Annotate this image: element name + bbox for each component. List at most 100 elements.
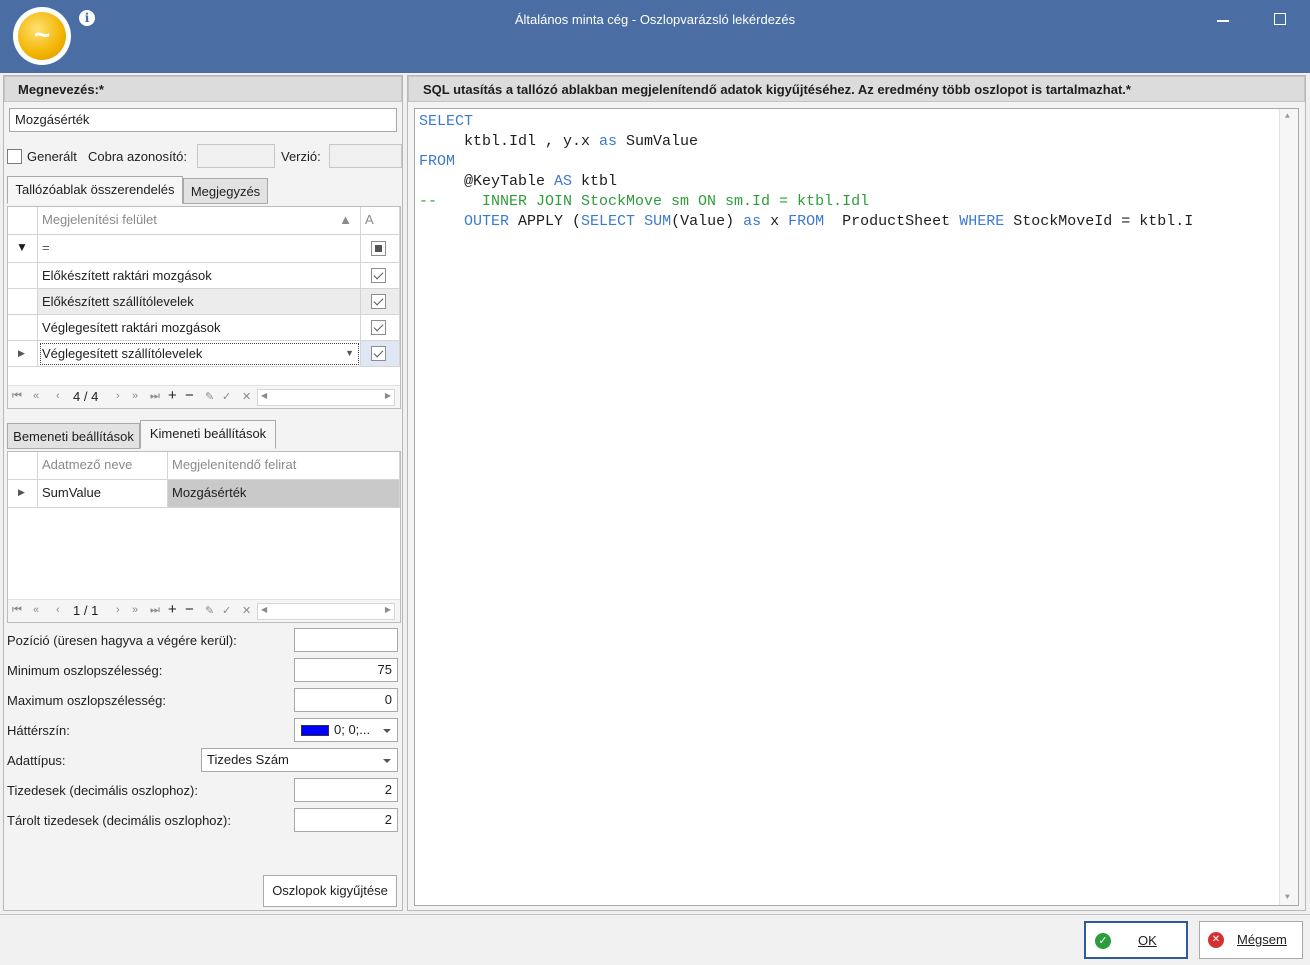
- filter-checkbox[interactable]: [361, 235, 400, 263]
- row-active-checkbox[interactable]: [361, 315, 400, 341]
- nav-add-icon[interactable]: +: [168, 601, 177, 618]
- column-header-surface[interactable]: Megjelenítési felület ▲: [38, 207, 361, 235]
- maximize-button[interactable]: [1270, 8, 1292, 30]
- current-row-indicator: ▶: [8, 341, 38, 367]
- sql-editor[interactable]: SELECT ktbl.Idl , y.x as SumValue FROM @K…: [414, 108, 1299, 906]
- sql-code-line[interactable]: FROM: [419, 152, 455, 172]
- version-label: Verzió:: [281, 149, 321, 164]
- column-header-field-name[interactable]: Adatmező neve: [38, 452, 168, 480]
- chevron-down-icon[interactable]: ▼: [345, 341, 354, 366]
- nav-last-icon[interactable]: ⏭: [150, 604, 160, 617]
- sql-token: FROM: [788, 213, 825, 230]
- nav-edit-icon[interactable]: ✎: [205, 604, 214, 617]
- sql-token: WHERE: [959, 213, 1005, 230]
- nav-remove-icon[interactable]: −: [185, 387, 194, 404]
- nav-add-icon[interactable]: +: [168, 387, 177, 404]
- nav-confirm-icon[interactable]: ✓: [222, 604, 231, 617]
- nav-prev-icon[interactable]: ‹: [56, 390, 60, 402]
- scroll-up-icon[interactable]: ▲: [1285, 112, 1290, 121]
- scroll-down-icon[interactable]: ▼: [1285, 893, 1290, 902]
- datatype-select[interactable]: Tizedes Szám: [201, 748, 398, 772]
- collect-columns-button[interactable]: Oszlopok kigyűjtése: [263, 875, 397, 907]
- column-header-caption[interactable]: Megjelenítendő felirat: [168, 452, 400, 480]
- window-title: Általános minta cég - Oszlopvarázsló lek…: [514, 12, 796, 27]
- table-row[interactable]: Véglegesített raktári mozgások: [38, 315, 361, 341]
- minimize-button[interactable]: [1213, 8, 1235, 30]
- name-input[interactable]: Mozgásérték: [9, 108, 397, 132]
- min-width-input[interactable]: 75: [294, 658, 398, 682]
- nav-prev-icon[interactable]: ‹: [56, 604, 60, 616]
- output-grid-navigator: ⏮ « ‹ 1 / 1 › » ⏭ + − ✎ ✓ ✕ ◀ ▶: [8, 599, 400, 622]
- tab-input-settings[interactable]: Bemeneti beállítások: [7, 423, 140, 449]
- sort-ascending-icon: ▲: [339, 212, 352, 227]
- cancel-button[interactable]: ✕ Mégsem: [1199, 921, 1303, 959]
- tab-notes[interactable]: Megjegyzés: [183, 178, 268, 204]
- vertical-scrollbar[interactable]: ▲ ▼: [1279, 109, 1298, 905]
- tab-output-settings[interactable]: Kimeneti beállítások: [140, 420, 276, 449]
- position-label: Pozíció (üresen hagyva a végére kerül):: [7, 633, 237, 648]
- version-input[interactable]: [329, 144, 402, 168]
- current-row-indicator: ▶: [8, 480, 38, 508]
- sql-token: AS: [554, 173, 573, 190]
- decimals-label: Tizedesek (decimális oszlophoz):: [7, 783, 198, 798]
- position-input[interactable]: [294, 628, 398, 652]
- max-width-input[interactable]: 0: [294, 688, 398, 712]
- nav-edit-icon[interactable]: ✎: [205, 390, 214, 403]
- column-header-active[interactable]: A: [361, 207, 400, 235]
- sql-token: SumValue: [617, 133, 699, 150]
- nav-cancel-icon[interactable]: ✕: [242, 604, 251, 617]
- nav-next-icon[interactable]: ›: [116, 604, 120, 616]
- table-row[interactable]: Előkészített szállítólevelek: [38, 289, 361, 315]
- datatype-label: Adattípus:: [7, 753, 66, 768]
- caption-cell[interactable]: Mozgásérték: [168, 480, 400, 508]
- datatype-value: Tizedes Szám: [207, 752, 289, 767]
- bgcolor-picker[interactable]: 0; 0;...: [294, 718, 398, 742]
- nav-first-icon[interactable]: ⏮: [12, 604, 22, 617]
- surface-grid: Megjelenítési felület ▲ A ▼ = Előkészíte…: [7, 206, 401, 409]
- sql-token: as: [743, 213, 762, 230]
- nav-cancel-icon[interactable]: ✕: [242, 390, 251, 403]
- cancel-icon: ✕: [1208, 932, 1224, 948]
- table-row-current[interactable]: Véglegesített szállítólevelek ▼: [38, 341, 361, 367]
- nav-next-page-icon[interactable]: »: [132, 390, 138, 402]
- nav-next-icon[interactable]: ›: [116, 390, 120, 402]
- cobra-id-label: Cobra azonosító:: [88, 149, 188, 164]
- horizontal-scrollbar[interactable]: ◀ ▶: [257, 603, 395, 620]
- sql-code-line[interactable]: OUTER APPLY (SELECT SUM(Value) as x FROM…: [419, 212, 1193, 232]
- sql-code-line[interactable]: ktbl.Idl , y.x as SumValue: [419, 132, 698, 152]
- sql-code-line[interactable]: SELECT: [419, 112, 473, 132]
- nav-remove-icon[interactable]: −: [185, 601, 194, 618]
- nav-prev-page-icon[interactable]: «: [33, 390, 39, 402]
- generated-checkbox[interactable]: [7, 149, 22, 164]
- row-active-checkbox[interactable]: [361, 289, 400, 315]
- sql-token: ktbl: [572, 173, 618, 190]
- table-row[interactable]: Előkészített raktári mozgások: [38, 263, 361, 289]
- sql-token: SELECT: [419, 113, 474, 130]
- ok-button[interactable]: ✓ OK: [1084, 921, 1188, 959]
- min-width-label: Minimum oszlopszélesség:: [7, 663, 163, 678]
- nav-next-page-icon[interactable]: »: [132, 604, 138, 616]
- cobra-id-input[interactable]: [197, 144, 275, 168]
- horizontal-scrollbar[interactable]: ◀ ▶: [257, 389, 395, 406]
- nav-prev-page-icon[interactable]: «: [33, 604, 39, 616]
- filter-row-input[interactable]: =: [38, 235, 361, 263]
- row-active-checkbox[interactable]: [361, 341, 400, 367]
- sql-token: (Value): [671, 213, 744, 230]
- row-active-checkbox[interactable]: [361, 263, 400, 289]
- nav-first-icon[interactable]: ⏮: [12, 390, 22, 403]
- stored-decimals-input[interactable]: 2: [294, 808, 398, 832]
- nav-confirm-icon[interactable]: ✓: [222, 390, 231, 403]
- sql-code-line[interactable]: @KeyTable AS ktbl: [419, 172, 617, 192]
- tab-browser-assignment[interactable]: Tallózóablak összerendelés: [7, 176, 183, 204]
- filter-icon[interactable]: ▼: [8, 235, 38, 263]
- sql-code-area[interactable]: SELECT ktbl.Idl , y.x as SumValue FROM @K…: [415, 112, 1277, 902]
- generated-label: Generált: [27, 149, 77, 164]
- field-name-cell[interactable]: SumValue: [38, 480, 168, 508]
- decimals-input[interactable]: 2: [294, 778, 398, 802]
- nav-last-icon[interactable]: ⏭: [150, 390, 160, 403]
- sql-token: x: [761, 213, 789, 230]
- sql-code-line[interactable]: -- INNER JOIN StockMove sm ON sm.Id = kt…: [419, 192, 869, 212]
- max-width-label: Maximum oszlopszélesség:: [7, 693, 166, 708]
